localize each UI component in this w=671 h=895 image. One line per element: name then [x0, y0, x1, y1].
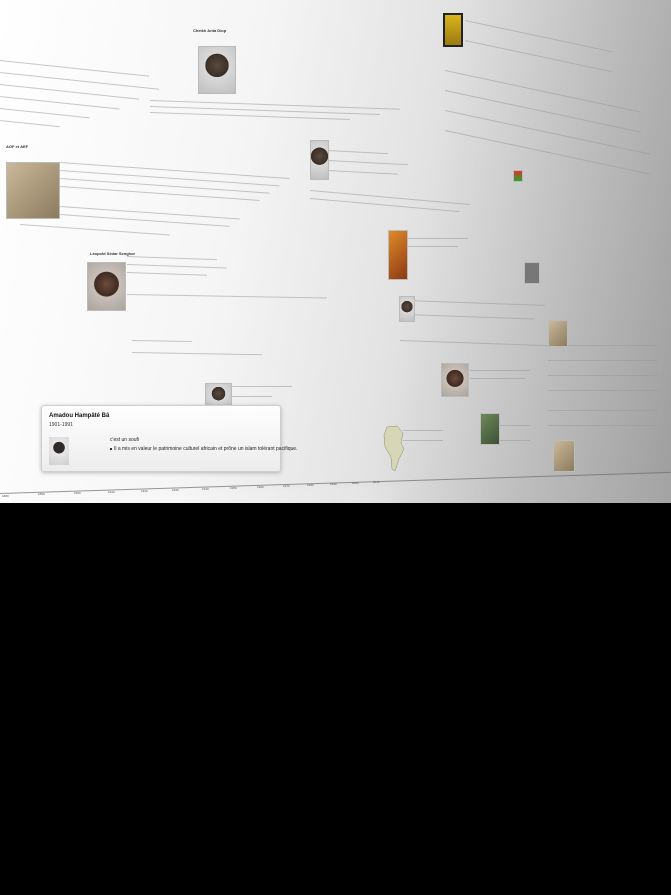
text-line [470, 370, 530, 371]
portrait-thumbnail[interactable] [198, 46, 236, 94]
axis-tick: 1980 [307, 483, 314, 487]
portrait-thumbnail[interactable] [310, 140, 329, 180]
popup-dates: 1901-1991 [49, 422, 73, 428]
popup-portrait[interactable] [49, 437, 69, 465]
axis-tick: 1940 [202, 487, 209, 491]
text-line [403, 430, 443, 431]
popup-description-line: Il a mis en valeur le patrimoine culture… [110, 446, 297, 452]
text-line [500, 440, 530, 441]
entry-title-diop[interactable]: Cheikh Anta Diop [193, 28, 226, 33]
chart-thumbnail[interactable] [524, 262, 540, 284]
axis-tick: 1990 [330, 482, 337, 486]
time-axis[interactable] [0, 471, 671, 503]
text-line [548, 410, 658, 411]
bullet-icon [110, 447, 112, 450]
text-line [470, 378, 525, 379]
timeline-wall[interactable]: AOF et AEF Léopold Sédar Senghor Cheikh … [0, 0, 671, 503]
entry-title-aof[interactable]: AOF et AEF [6, 144, 28, 149]
axis-tick: 1900 [74, 491, 81, 495]
popup-title: Amadou Hampâté Bâ [49, 413, 110, 419]
person-popup[interactable]: Amadou Hampâté Bâ 1901-1991 c'est un sou… [41, 405, 297, 472]
axis-tick: 1950 [230, 486, 237, 490]
text-line [408, 246, 458, 247]
text-line [403, 440, 443, 441]
text-line [548, 360, 658, 361]
map-thumbnail[interactable] [6, 162, 60, 219]
text-line [548, 425, 658, 426]
entry-title-senghor[interactable]: Léopold Sédar Senghor [90, 251, 135, 256]
portrait-thumbnail[interactable] [399, 296, 415, 322]
axis-tick: 1890 [38, 492, 45, 496]
axis-tick: 1930 [172, 488, 179, 492]
axis-tick: 1920 [141, 489, 148, 493]
text-line [500, 425, 530, 426]
axis-tick: 1960 [257, 485, 264, 489]
axis-tick: 2000 [352, 481, 359, 485]
text-line [408, 238, 468, 239]
portrait-thumbnail[interactable] [87, 262, 126, 311]
text-line [548, 375, 658, 376]
axis-tick: 1880 [2, 494, 9, 498]
stamp-thumbnail[interactable] [443, 13, 463, 47]
axis-tick: 2010 [373, 480, 380, 484]
portrait-thumbnail[interactable] [388, 230, 408, 280]
portrait-thumbnail[interactable] [441, 363, 469, 397]
map-thumbnail[interactable] [548, 320, 568, 347]
axis-tick: 1910 [108, 490, 115, 494]
text-line [232, 396, 272, 397]
axis-tick: 1970 [283, 484, 290, 488]
text-line [548, 390, 658, 391]
map-thumbnail[interactable] [553, 440, 575, 472]
popup-description-line: c'est un soufi [110, 437, 140, 443]
text-line [232, 386, 292, 387]
photo-thumbnail[interactable] [480, 413, 500, 445]
flag-thumbnail[interactable] [513, 170, 523, 182]
africa-map-icon[interactable] [383, 425, 405, 473]
